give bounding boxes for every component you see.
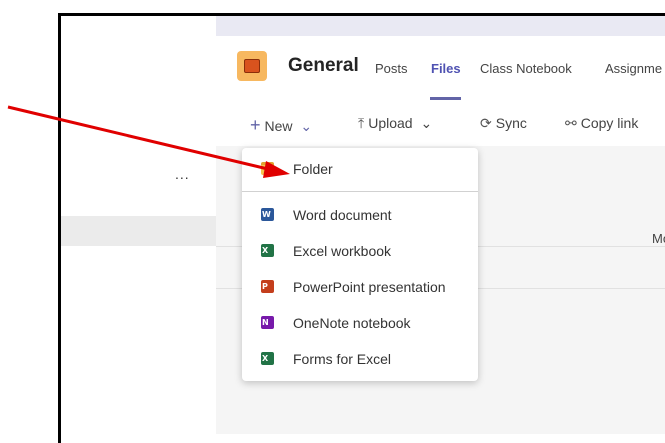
sync-icon: ⟳ <box>480 115 492 131</box>
link-icon: ⚯ <box>565 115 577 131</box>
menu-item-label: Word document <box>293 207 392 223</box>
menu-item-forms-for-excel[interactable]: X Forms for Excel <box>242 343 478 375</box>
menu-item-onenote-notebook[interactable]: N OneNote notebook <box>242 307 478 339</box>
forms-for-excel-icon: X <box>261 352 274 365</box>
team-avatar-icon <box>237 51 267 81</box>
menu-item-powerpoint-presentation[interactable]: P PowerPoint presentation <box>242 271 478 303</box>
tab-files[interactable]: Files <box>431 61 461 76</box>
active-tab-indicator <box>430 97 461 100</box>
powerpoint-icon: P <box>261 280 274 293</box>
sync-button-label: Sync <box>495 115 527 131</box>
excel-icon: X <box>261 244 274 257</box>
upload-button-label: Upload <box>368 115 413 131</box>
menu-item-label: Forms for Excel <box>293 351 392 367</box>
chevron-down-icon: ⌄ <box>300 118 313 134</box>
new-button-label: New <box>264 118 293 134</box>
menu-item-label: PowerPoint presentation <box>293 279 446 295</box>
column-header-modified[interactable]: Mo <box>652 231 665 246</box>
menu-item-label: Excel workbook <box>293 243 392 259</box>
tab-posts[interactable]: Posts <box>375 61 408 76</box>
onenote-icon: N <box>261 316 274 329</box>
plus-icon: + <box>250 115 261 135</box>
copy-link-button-label: Copy link <box>580 115 639 131</box>
menu-item-label: Folder <box>293 161 333 177</box>
copy-link-button[interactable]: ⚯ Copy link <box>565 115 638 132</box>
title-bar <box>216 16 665 36</box>
upload-icon: ⤒ <box>358 115 365 131</box>
menu-divider <box>242 191 478 192</box>
sidebar-selected-item[interactable] <box>61 216 216 246</box>
word-icon: W <box>261 208 274 221</box>
tab-class-notebook[interactable]: Class Notebook <box>480 61 572 76</box>
tab-assignments[interactable]: Assignme <box>605 61 662 76</box>
upload-button[interactable]: ⤒ Upload ⌄ <box>358 115 432 132</box>
new-button[interactable]: + New ⌄ <box>250 115 312 136</box>
menu-item-excel-workbook[interactable]: X Excel workbook <box>242 235 478 267</box>
menu-item-label: OneNote notebook <box>293 315 411 331</box>
sync-button[interactable]: ⟳ Sync <box>480 115 527 132</box>
chevron-down-icon: ⌄ <box>420 115 433 131</box>
menu-item-word-document[interactable]: W Word document <box>242 199 478 231</box>
page-title: General <box>288 55 359 76</box>
folder-icon <box>261 162 274 175</box>
menu-item-folder[interactable]: Folder <box>242 153 478 185</box>
new-dropdown-menu: Folder W Word document X Excel workbook … <box>242 148 478 381</box>
more-options-button[interactable]: ... <box>175 166 190 182</box>
